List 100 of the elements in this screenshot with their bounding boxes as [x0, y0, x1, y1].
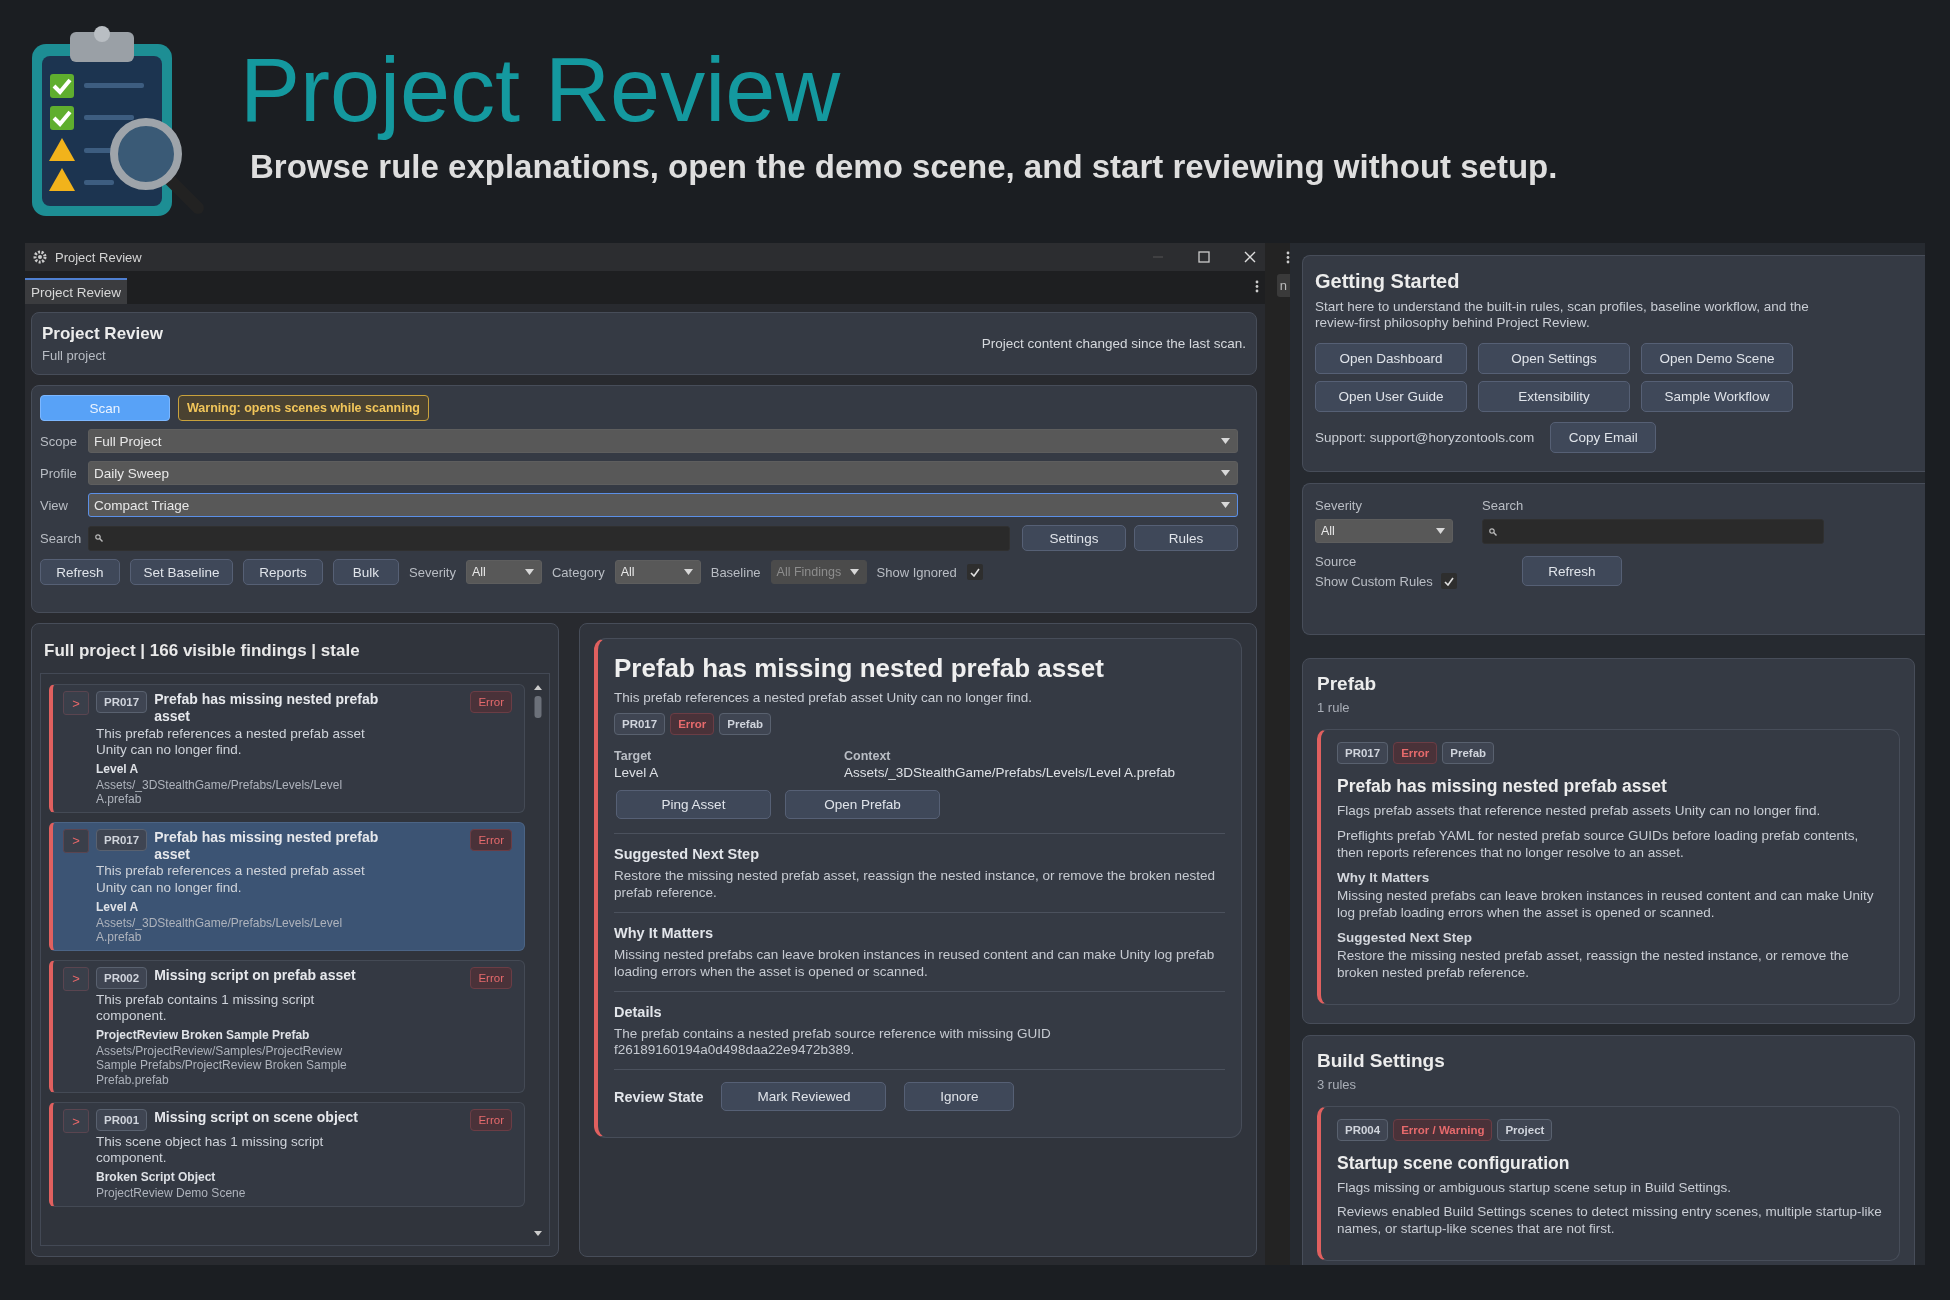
finding-target: ProjectReview Broken Sample Prefab — [96, 1027, 311, 1042]
action-button[interactable]: Open User Guide — [1315, 381, 1467, 413]
checkbox[interactable] — [966, 564, 983, 580]
action-button[interactable]: Set Baseline — [130, 559, 233, 585]
finding-description: This prefab contains 1 missing script component. — [96, 991, 316, 1024]
copy-email-button[interactable]: Copy Email — [1550, 422, 1657, 454]
search-field[interactable] — [1482, 519, 1824, 545]
field-label: Baseline — [710, 564, 761, 580]
rule-description: Preflights prefab YAML for nested prefab source GUIDs before loading prefab contents, then reports references that no longer resolve to an asset. — [1337, 828, 1860, 862]
section-heading: Suggested Next Step — [614, 846, 761, 862]
tab[interactable]: Project Review — [25, 278, 128, 304]
section-heading: Suggested Next Step — [1337, 929, 1474, 945]
finding-item[interactable]: > PR017 Prefab has missing nested prefab asset Error This prefab references a nested prefab asset Unity can no longer find. Level A Assets/_3DStealthGame/Prefabs/Levels/Level A.prefab — [49, 684, 525, 813]
action-button[interactable]: Bulk — [333, 559, 399, 585]
action-button[interactable]: Open Settings — [1478, 343, 1630, 375]
caret-icon — [524, 569, 534, 575]
field-label: View — [40, 497, 69, 513]
caret-icon — [1436, 528, 1445, 535]
field-label: Show Custom Rules — [1315, 573, 1433, 589]
dropdown[interactable]: All — [1315, 519, 1453, 544]
field-label: Target — [614, 749, 653, 763]
severity-tag: Error — [1393, 742, 1438, 765]
more-options-icon[interactable] — [1255, 279, 1259, 293]
scroll-down-icon[interactable] — [534, 1231, 542, 1237]
maximize-icon[interactable] — [1197, 250, 1211, 264]
dropdown[interactable]: All — [465, 560, 542, 584]
section-heading: Why It Matters — [614, 924, 715, 941]
search-field[interactable] — [88, 525, 1010, 551]
field-label: Show Ignored — [876, 564, 957, 580]
section-text: The prefab contains a nested prefab source reference with missing GUID f26189160194a0d498daa22e9472b389. — [614, 1025, 1052, 1060]
finding-item[interactable] — [49, 959, 525, 1094]
section-heading: Review State — [614, 1088, 704, 1105]
finding-title: Missing script on scene object — [154, 1109, 358, 1126]
settings-button[interactable]: Settings — [1022, 525, 1126, 551]
action-button[interactable]: Open Demo Scene — [1641, 343, 1793, 375]
rule-title: Prefab has missing nested prefab asset — [1337, 776, 1668, 798]
caret-icon — [1221, 438, 1230, 444]
action-button[interactable]: Ping Asset — [616, 790, 771, 819]
dropdown[interactable]: All — [614, 560, 701, 584]
section-heading: Why It Matters — [1337, 870, 1431, 885]
caret-icon — [849, 569, 859, 575]
finding-path: Assets/_3DStealthGame/Prefabs/Levels/Level A.prefab — [96, 915, 344, 945]
status-text: Project content changed since the last scan. — [981, 336, 1246, 351]
finding-target: Level A — [96, 761, 140, 776]
rule-count: 1 rule — [1317, 700, 1351, 716]
rule-title: Startup scene configuration — [1337, 1152, 1571, 1174]
dropdown[interactable]: Compact Triage — [88, 493, 1238, 517]
card-title: Getting Started — [1315, 270, 1461, 293]
action-button[interactable]: Open Dashboard — [1315, 343, 1467, 375]
section-text: Restore the missing nested prefab asset, reassign the nested instance, or remove the broken nested prefab reference. — [614, 868, 1217, 902]
action-button[interactable]: Refresh — [40, 559, 120, 585]
scroll-up-icon[interactable] — [534, 684, 542, 690]
field-label: Scope — [40, 433, 78, 449]
section-text: Restore the missing nested prefab asset, reassign the nested instance, or remove the broken nested prefab reference. — [1337, 947, 1850, 982]
dropdown[interactable]: Full Project — [88, 429, 1238, 453]
field-label: Category — [551, 564, 605, 580]
finding-item[interactable]: > PR017 Prefab has missing nested prefab asset Error This prefab references a nested prefab asset Unity can no longer find. Level A Assets/_3DStealthGame/Prefabs/Levels/Level A.prefab — [49, 821, 525, 951]
refresh-button[interactable]: Refresh — [1522, 556, 1622, 587]
tab[interactable]: n — [1276, 274, 1290, 297]
finding-target: Level A — [96, 899, 140, 914]
search-icon — [1489, 527, 1497, 536]
panel-title: Full project | 166 visible findings | stale — [44, 641, 361, 661]
rule-code-tag: PR002 — [96, 966, 148, 989]
action-button[interactable]: Open Prefab — [785, 790, 940, 819]
field-label: Search — [40, 530, 80, 546]
rule-count: 3 rules — [1317, 1076, 1358, 1092]
support-text: Support: support@horyzontools.com — [1315, 430, 1535, 446]
checkbox[interactable] — [1440, 573, 1457, 590]
rules-button[interactable]: Rules — [1134, 525, 1238, 551]
severity-tag: Error — [670, 713, 715, 735]
review-button[interactable]: Mark Reviewed — [721, 1082, 887, 1112]
finding-title: Prefab has missing nested prefab asset — [154, 828, 380, 863]
finding-description: This scene object has 1 missing script component. — [96, 1134, 325, 1167]
action-button[interactable]: Reports — [243, 559, 323, 585]
section-text: Missing nested prefabs can leave broken instances in reused content and can make Unity log prefab loading errors when the asset is opened or scanned. — [1337, 888, 1875, 922]
warning-badge: Warning: opens scenes while scanning — [178, 395, 429, 421]
action-button[interactable]: Sample Workflow — [1641, 381, 1793, 413]
field-label: Severity — [409, 564, 456, 580]
category-tag: Prefab — [1442, 742, 1495, 765]
card-description: Start here to understand the built-in rules, scan profiles, baseline workflow, and the review-first philosophy behind Project Review. — [1315, 299, 1810, 332]
rule-summary: Flags prefab assets that reference nested prefab assets Unity can no longer find. — [1337, 803, 1822, 821]
section-text: Missing nested prefabs can leave broken instances in reused content and can make Unity log prefab loading errors when the asset is opened or scanned. — [614, 946, 1216, 981]
caret-icon — [1221, 502, 1230, 508]
page-title: Project Review — [240, 43, 842, 138]
review-button[interactable]: Ignore — [904, 1082, 1015, 1112]
category-tag: Project — [1497, 1118, 1553, 1141]
action-button[interactable]: Extensibility — [1478, 381, 1630, 413]
dropdown[interactable]: Daily Sweep — [88, 461, 1238, 485]
finding-item[interactable]: > PR001 Missing script on scene object Error This scene object has 1 missing script component. Broken Script Object ProjectReview Demo Scene — [49, 1102, 525, 1207]
field-label: Profile — [40, 465, 78, 481]
severity-tag: Error — [470, 828, 512, 851]
group-title: Prefab — [1317, 673, 1378, 696]
page-subtitle: Browse rule explanations, open the demo scene, and start reviewing without setup. — [250, 147, 1558, 186]
detail-description: This prefab references a nested prefab asset Unity can no longer find. — [614, 690, 1033, 705]
scrollbar-thumb[interactable] — [534, 696, 542, 718]
close-icon[interactable] — [1243, 250, 1257, 264]
section-heading: Details — [614, 1003, 663, 1020]
summary-subtitle: Full project — [42, 348, 107, 363]
category-tag: Prefab — [719, 713, 772, 735]
more-options-icon[interactable] — [1286, 251, 1290, 264]
